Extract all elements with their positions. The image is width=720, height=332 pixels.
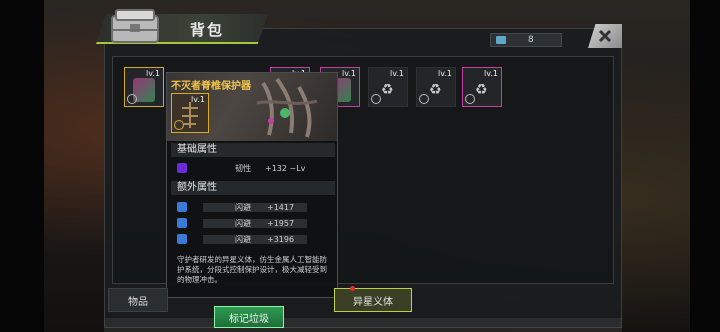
extra-stat-row: 闪避 +1417 [177,201,327,213]
item-badge-icon [174,120,184,130]
extra-attributes-header: 额外属性 [171,181,335,195]
page-title: 背包 [190,21,225,39]
dodge-icon [177,234,187,244]
bag-capacity-icon [496,36,506,44]
item-description: 守护者研发的异星义体，仿生金属人工智能防护系统，分段式控制保护设计，极大减轻受到… [177,255,327,284]
tab-cybernetics[interactable]: 异星义体 [334,288,412,312]
slot-level: lv.1 [484,69,498,78]
slot-badge-icon [465,94,475,104]
dodge-icon [177,218,187,228]
slot-level: lv.1 [438,69,452,78]
right-letterbox [690,0,720,332]
inventory-slot[interactable]: lv.1 ♻ [416,67,456,107]
extra-stat-name: 闪避 [235,202,251,212]
item-tooltip: 不灭者脊椎保护器 lv.1 基础属性 韧性 +132 ~Lv 额外属性 闪避 +… [166,72,338,298]
base-stat-row: 韧性 +132 ~Lv [177,162,327,174]
left-letterbox [0,0,44,332]
dodge-icon [177,202,187,212]
item-level: lv.1 [191,95,205,104]
item-icon-slot: lv.1 [171,93,209,133]
inventory-slot[interactable]: lv.1 ♻ [368,67,408,107]
mark-junk-button[interactable]: 标记垃圾 [214,306,284,328]
notification-dot [350,286,355,291]
slot-level: lv.1 [342,69,356,78]
slot-level: lv.1 [146,69,160,78]
slot-badge-icon [127,94,137,104]
extra-stat-value: +3196 [267,234,295,244]
close-icon [598,29,612,43]
chest-icon [111,9,159,43]
tab-items[interactable]: 物品 [108,288,168,312]
inventory-slot[interactable]: lv.1 [124,67,164,107]
base-attributes-header: 基础属性 [171,143,335,157]
extra-stat-row: 闪避 +3196 [177,233,327,245]
recycle-icon: ♻ [475,82,488,98]
extra-stat-name: 闪避 [235,234,251,244]
bottom-strip [104,318,622,332]
game-background: 背包 8 lv.1 lv.1 lv.1 ♻ lv.1 ♻ lv.1 ♻ lv.1 不灭者脊椎保护… [0,0,720,332]
toughness-icon [177,163,187,173]
inventory-slot[interactable]: lv.1 ♻ [462,67,502,107]
slot-level: lv.1 [390,69,404,78]
tooltip-header: 不灭者脊椎保护器 lv.1 [167,73,337,141]
capacity-value: 8 [528,35,534,45]
recycle-icon: ♻ [429,82,442,98]
base-stat-value: +132 ~Lv [265,163,306,173]
capacity-counter: 8 [490,33,562,47]
extra-stat-name: 闪避 [235,218,251,228]
extra-stat-row: 闪避 +1957 [177,217,327,229]
recycle-icon: ♻ [381,82,394,98]
slot-badge-icon [371,94,381,104]
extra-stat-value: +1417 [267,202,295,212]
base-stat-name: 韧性 [235,163,251,173]
item-name: 不灭者脊椎保护器 [171,81,251,92]
extra-stat-value: +1957 [267,218,295,228]
slot-badge-icon [419,94,429,104]
